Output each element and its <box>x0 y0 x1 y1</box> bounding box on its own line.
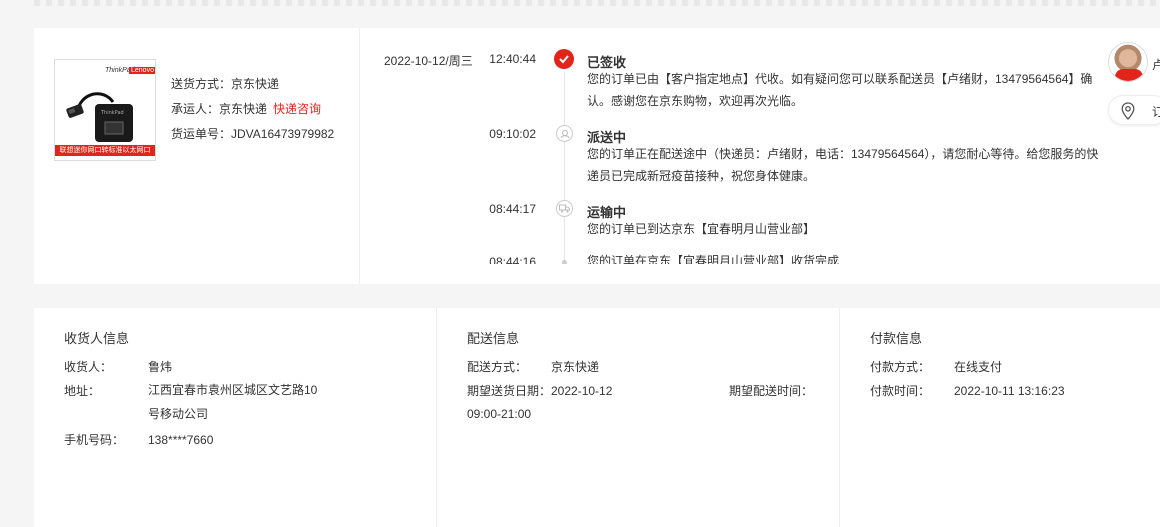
adapter-image-icon: ThinkPad <box>66 92 133 142</box>
timeline-description: 您的订单已由【客户指定地点】代收。如有疑问您可以联系配送员【卢绪财，134795… <box>587 72 1093 108</box>
delivery-method-row: 配送方式： 京东快递 <box>467 358 599 375</box>
svg-text:ThinkPad: ThinkPad <box>100 110 124 116</box>
delivery-date-label: 期望送货日期： <box>467 384 552 398</box>
top-dashed-strip <box>34 0 1160 6</box>
receiver-name-row: 收货人： 鲁炜 <box>64 358 172 375</box>
avatar-shirt <box>1115 69 1143 81</box>
delivery-time-label: 期望配送时间： <box>729 384 814 398</box>
timeline-time: 08:44:16 <box>489 255 536 264</box>
shipping-method-value: 京东快递 <box>231 77 280 91</box>
payment-time-value: 2022-10-11 13:16:23 <box>954 384 1065 398</box>
timeline-description: 您的订单在京东【宜春明月山营业部】收货完成 <box>587 254 840 264</box>
delivery-method-value: 京东快递 <box>551 360 600 374</box>
receiver-name-value: 鲁炜 <box>148 360 173 374</box>
truck-icon <box>556 200 573 217</box>
payment-info: 付款信息 付款方式： 在线支付 付款时间： 2022-10-11 13:16:23 <box>840 308 1160 527</box>
order-info-panel: 收货人信息 收货人： 鲁炜 地址： 江西宜春市袁州区城区文艺路10号移动公司 手机… <box>34 308 1160 527</box>
timeline-description: 您的订单已到达京东【宜春明月山营业部】 <box>587 222 816 236</box>
receiver-title: 收货人信息 <box>64 331 130 346</box>
tracking-timeline[interactable]: 2022-10-12/周三 12:40:44 已签收 您的订单已由【客户指定地点… <box>360 28 1130 264</box>
tracking-number: JDVA16473979982 <box>231 127 335 141</box>
payment-method-label: 付款方式： <box>870 360 931 374</box>
receiver-phone-value: 138****7660 <box>148 433 214 447</box>
product-caption: 联想迷你网口转标准以太网口 <box>55 145 155 156</box>
courier-avatar-label: 卢 <box>1152 58 1160 72</box>
receiver-address-label: 地址： <box>64 384 101 398</box>
delivery-date-row: 期望送货日期：2022-10-12 <box>467 382 612 399</box>
receiver-name-label: 收货人： <box>64 360 113 374</box>
product-thumbnail[interactable]: ThinkPad Lenovo ThinkPad 联想迷你网口转标准以太网口 <box>54 59 156 161</box>
carrier-value: 京东快递 <box>219 102 268 116</box>
location-pin-icon <box>1121 102 1135 120</box>
payment-time-row: 付款时间： 2022-10-11 13:16:23 <box>870 382 1065 399</box>
courier-avatar[interactable] <box>1108 42 1148 82</box>
receiver-address-row: 地址： <box>64 382 148 399</box>
delivery-method-label: 配送方式： <box>467 360 528 374</box>
timeline-time: 12:40:44 <box>489 52 536 66</box>
timeline-connector <box>564 72 565 264</box>
carrier-label: 承运人： <box>171 102 220 116</box>
logistics-panel: ThinkPad Lenovo ThinkPad 联想迷你网口转标准以太网口 送… <box>34 28 1160 284</box>
payment-time-label: 付款时间： <box>870 384 931 398</box>
delivery-time-value: 09:00-21:00 <box>467 407 532 421</box>
delivery-date-value: 2022-10-12 <box>551 384 613 398</box>
carrier-row: 承运人：京东快递 快递咨询 <box>171 97 334 122</box>
shipment-details: 送货方式：京东快递 承运人：京东快递 快递咨询 货运单号：JDVA16473979… <box>171 72 334 147</box>
shipping-method-label: 送货方式： <box>171 77 232 91</box>
payment-method-value: 在线支付 <box>954 360 1003 374</box>
delivery-info: 配送信息 配送方式： 京东快递 期望送货日期：2022-10-12 期望配送时间：… <box>437 308 840 527</box>
timeline-description: 您的订单正在配送途中（快递员：卢绪财，电话：13479564564），请您耐心等… <box>587 147 1099 183</box>
delivery-title: 配送信息 <box>467 331 520 346</box>
shipping-method-row: 送货方式：京东快递 <box>171 72 334 97</box>
receiver-phone-label: 手机号码： <box>64 433 125 447</box>
receiver-info: 收货人信息 收货人： 鲁炜 地址： 江西宜春市袁州区城区文艺路10号移动公司 手机… <box>34 308 437 527</box>
receiver-address-value: 江西宜春市袁州区城区文艺路10号移动公司 <box>148 383 318 421</box>
order-location-label: 订 <box>1152 105 1160 119</box>
tracking-row: 货运单号：JDVA16473979982 <box>171 122 334 147</box>
courier-inquiry-link[interactable]: 快递咨询 <box>273 102 321 116</box>
delivery-time-row: 期望配送时间： <box>729 382 813 399</box>
timeline-dot <box>562 260 567 264</box>
shipment-summary: ThinkPad Lenovo ThinkPad 联想迷你网口转标准以太网口 送… <box>34 28 360 284</box>
payment-title: 付款信息 <box>870 331 923 346</box>
check-icon <box>554 49 574 69</box>
courier-icon <box>556 125 573 142</box>
timeline-time: 09:10:02 <box>489 127 536 141</box>
receiver-phone-row: 手机号码： 138****7660 <box>64 431 213 448</box>
payment-method-row: 付款方式： 在线支付 <box>870 358 1002 375</box>
timeline-time: 08:44:17 <box>489 202 536 216</box>
tracking-label: 货运单号： <box>171 127 232 141</box>
